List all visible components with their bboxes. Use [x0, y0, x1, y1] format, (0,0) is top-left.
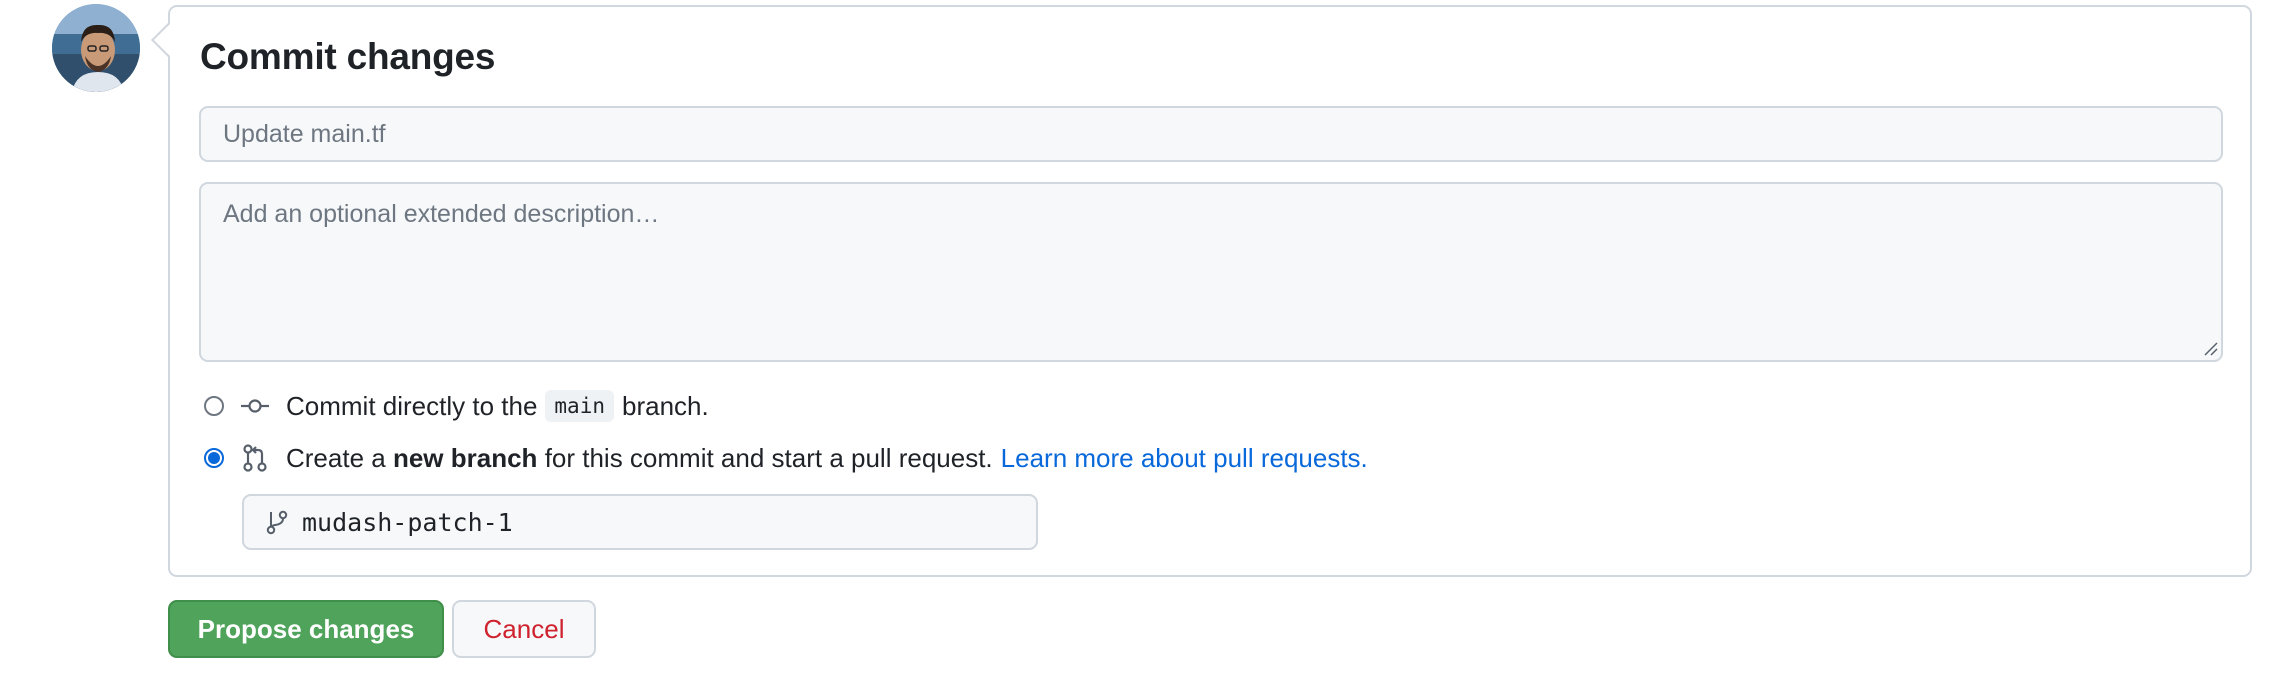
git-pull-request-icon: [243, 444, 267, 472]
commit-title: Commit changes: [200, 36, 496, 77]
commit-direct-label-suffix: branch.: [621, 390, 709, 421]
new-branch-label-prefix: Create a: [286, 442, 386, 473]
propose-changes-button[interactable]: Propose changes: [168, 600, 444, 658]
new-branch-label-bold: new branch: [392, 442, 538, 473]
commit-summary-input[interactable]: [199, 106, 2223, 162]
resize-handle-icon[interactable]: [2202, 340, 2218, 356]
git-branch-icon: [266, 510, 288, 535]
commit-direct-radio[interactable]: [204, 396, 224, 416]
new-branch-option[interactable]: Create a new branch for this commit and …: [204, 438, 1368, 478]
avatar-photo: [52, 4, 140, 92]
commit-description-textarea[interactable]: [199, 182, 2223, 362]
avatar[interactable]: [52, 4, 140, 92]
new-branch-radio[interactable]: [204, 448, 224, 468]
branch-name-field[interactable]: [242, 494, 1038, 550]
learn-more-pull-requests-link[interactable]: Learn more about pull requests.: [1001, 443, 1368, 474]
git-commit-icon: [241, 399, 269, 413]
commit-direct-option[interactable]: Commit directly to the main branch.: [204, 386, 709, 426]
cancel-button[interactable]: Cancel: [452, 600, 596, 658]
branch-name-code: main: [545, 390, 614, 422]
branch-name-input[interactable]: [302, 507, 1036, 537]
commit-direct-label-prefix: Commit directly to the: [286, 390, 538, 421]
new-branch-label-suffix: for this commit and start a pull request…: [544, 442, 993, 473]
